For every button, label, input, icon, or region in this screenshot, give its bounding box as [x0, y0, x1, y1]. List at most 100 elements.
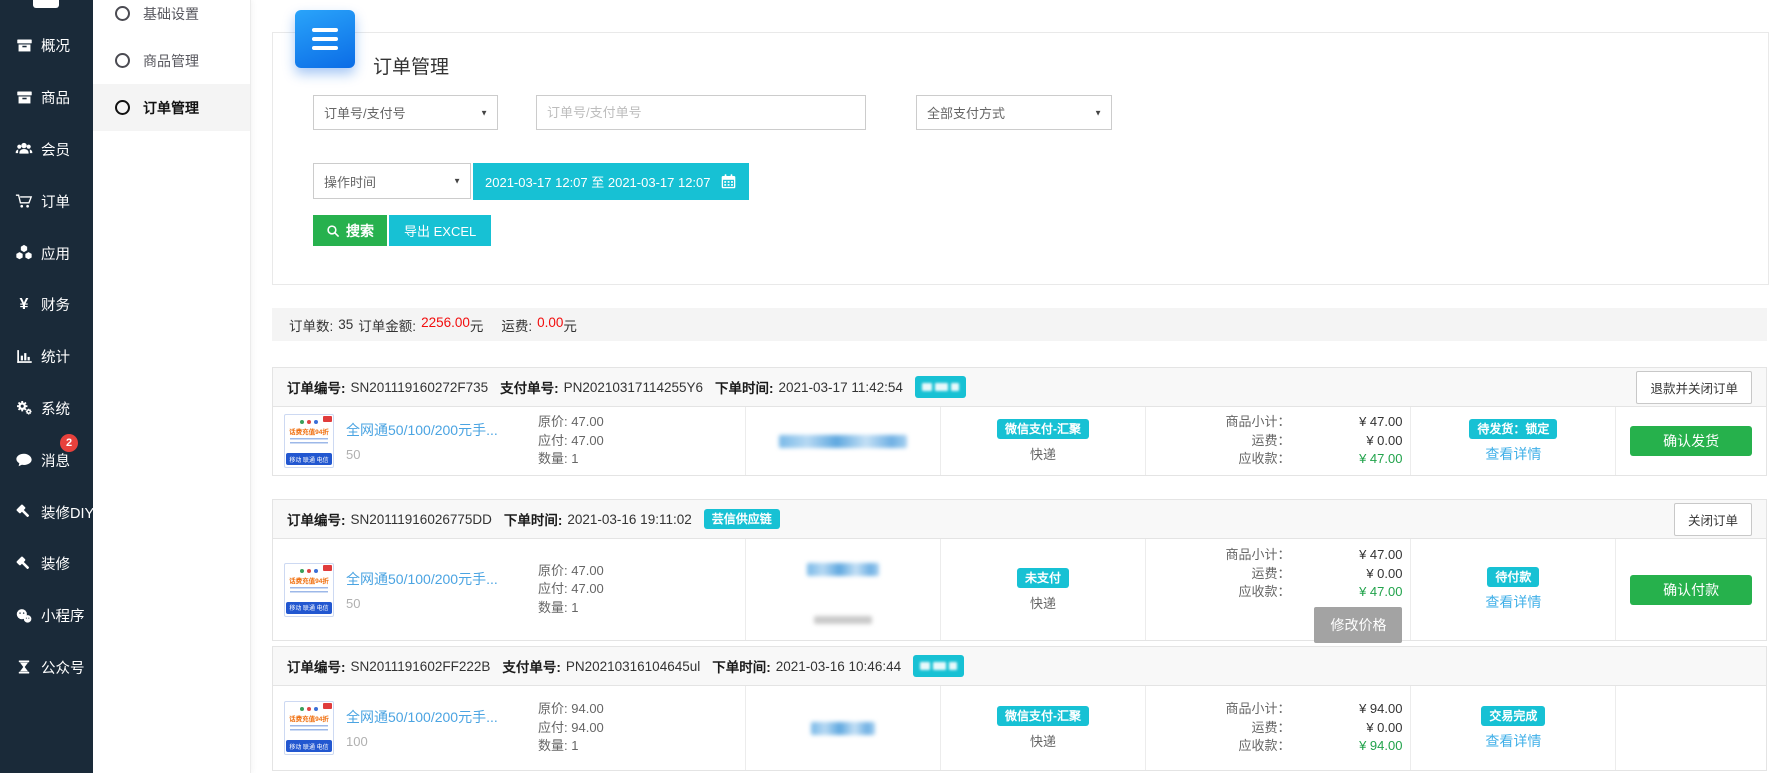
main-content: 订单管理 订单号/支付号 ▼ 全部支付方式 ▼ 操作时间 ▼ 2021-03-1…: [250, 0, 1781, 773]
sidebar-item-messages[interactable]: 消息 2: [0, 434, 93, 486]
view-detail-link[interactable]: 查看详情: [1485, 731, 1541, 751]
status-cell: 待付款 查看详情: [1410, 539, 1615, 640]
pay-method-value: 全部支付方式: [927, 103, 1005, 122]
sidebar-item-label: 装修: [41, 553, 70, 574]
cut-off-menu-icon: [33, 0, 59, 8]
product-spec: 100: [346, 734, 538, 749]
price-info: 原价: 47.00 应付: 47.00 数量: 1: [538, 562, 604, 618]
order-status-badge: 待付款: [1487, 567, 1539, 587]
delivery-type: 快递: [1030, 731, 1056, 750]
thumb-text: 话费充值94折: [289, 713, 329, 723]
sidebar-item-miniprogram[interactable]: 小程序: [0, 590, 93, 642]
product-name-link[interactable]: 全网通50/100/200元手...: [346, 707, 538, 727]
hourglass-icon: [13, 659, 35, 675]
pay-method-select[interactable]: 全部支付方式 ▼: [916, 95, 1112, 130]
order-row: 话费充值94折 移动 联通 电信 全网通50/100/200元手... 50 原…: [273, 539, 1766, 640]
order-card: 订单编号: SN201119160272F735 支付单号: PN2021031…: [272, 367, 1767, 476]
close-order-button[interactable]: 关闭订单: [1674, 503, 1752, 536]
primary-nav: 概况 商品 会员 订单 应用 ¥ 财务: [0, 0, 93, 693]
view-detail-link[interactable]: 查看详情: [1485, 592, 1541, 612]
buyer-cell: [745, 539, 940, 640]
wechat-icon: [13, 607, 35, 625]
submenu-item-label: 基础设置: [143, 4, 199, 24]
order-status-badge: 交易完成: [1481, 706, 1545, 726]
sidebar-item-label: 商品: [41, 87, 70, 108]
confirm-ship-button[interactable]: 确认发货: [1630, 426, 1752, 456]
sidebar-item-members[interactable]: 会员: [0, 124, 93, 176]
order-amount-value: 2256.00: [421, 315, 470, 335]
sidebar-item-overview[interactable]: 概况: [0, 20, 93, 72]
circle-icon: [115, 53, 130, 68]
primary-sidebar: 概况 商品 会员 订单 应用 ¥ 财务: [0, 0, 93, 773]
thumb-text: 移动 联通 电信: [286, 602, 331, 614]
action-cell: 确认发货: [1615, 407, 1766, 475]
submenu-item-goods-management[interactable]: 商品管理: [93, 37, 250, 84]
sidebar-item-finance[interactable]: ¥ 财务: [0, 279, 93, 331]
sidebar-item-label: 财务: [41, 294, 70, 315]
orders-count-label: 订单数:: [289, 315, 333, 335]
buyer-cell: [745, 686, 940, 770]
order-no-value: SN20111916026775DD: [351, 512, 492, 527]
sidebar-item-decorate-diy[interactable]: 装修DIY: [0, 486, 93, 538]
amounts-cell: 商品小计：¥ 47.00 运费：¥ 0.00 应收款：¥ 47.00 修改价格: [1145, 539, 1411, 640]
order-no-label: 订单编号:: [287, 377, 346, 397]
sidebar-item-label: 应用: [41, 243, 70, 264]
submenu-item-order-management[interactable]: 订单管理: [93, 84, 250, 131]
export-excel-button[interactable]: 导出 EXCEL: [389, 215, 491, 246]
submenu-item-basic-settings[interactable]: 基础设置: [93, 0, 250, 37]
sidebar-item-system[interactable]: 系统: [0, 383, 93, 435]
order-time-label: 下单时间:: [712, 656, 771, 676]
sidebar-item-orders[interactable]: 订单: [0, 175, 93, 227]
amounts-cell: 商品小计：¥ 94.00 运费：¥ 0.00 应收款：¥ 94.00: [1145, 686, 1411, 770]
product-spec: 50: [346, 596, 538, 611]
modify-price-button[interactable]: 修改价格: [1314, 607, 1402, 643]
pay-no-label: 支付单号:: [500, 377, 559, 397]
sidebar-item-label: 统计: [41, 346, 70, 367]
product-cell: 话费充值94折 移动 联通 电信 全网通50/100/200元手... 50 原…: [273, 407, 745, 475]
payment-method-badge: 微信支付-汇聚: [997, 419, 1089, 439]
product-name-link[interactable]: 全网通50/100/200元手...: [346, 420, 538, 440]
order-amount-label: 订单金额:: [358, 315, 416, 335]
confirm-pay-button[interactable]: 确认付款: [1630, 575, 1752, 605]
keyword-input[interactable]: [536, 95, 866, 130]
refund-close-order-button[interactable]: 退款并关闭订单: [1636, 371, 1752, 404]
sidebar-item-label: 小程序: [41, 605, 85, 626]
collapse-menu-button[interactable]: [295, 10, 355, 68]
sidebar-item-apps[interactable]: 应用: [0, 227, 93, 279]
product-name-link[interactable]: 全网通50/100/200元手...: [346, 569, 538, 589]
amounts-cell: 商品小计：¥ 47.00 运费：¥ 0.00 应收款：¥ 47.00: [1145, 407, 1411, 475]
cubes-icon: [13, 244, 35, 262]
archive-box-icon: [13, 37, 35, 54]
order-no-label: 订单编号:: [287, 509, 346, 529]
search-button-label: 搜索: [346, 221, 374, 241]
sidebar-item-label: 会员: [41, 139, 70, 160]
sidebar-item-stats[interactable]: 统计: [0, 331, 93, 383]
sidebar-item-official-account[interactable]: 公众号: [0, 642, 93, 694]
sidebar-item-decorate[interactable]: 装修: [0, 538, 93, 590]
view-detail-link[interactable]: 查看详情: [1485, 444, 1541, 464]
thumb-text: 移动 联通 电信: [286, 740, 331, 752]
time-type-select[interactable]: 操作时间 ▼: [313, 163, 471, 199]
search-type-select[interactable]: 订单号/支付号 ▼: [313, 95, 498, 130]
gears-icon: [13, 399, 35, 417]
order-status-badge: 待发货：锁定: [1469, 419, 1557, 439]
chevron-down-icon: ▼: [1094, 108, 1102, 117]
date-range-button[interactable]: 2021-03-17 12:07 至 2021-03-17 12:07: [473, 163, 749, 200]
search-type-value: 订单号/支付号: [324, 103, 406, 122]
submenu-item-label: 商品管理: [143, 51, 199, 71]
price-info: 原价: 94.00 应付: 94.00 数量: 1: [538, 700, 604, 756]
thumb-text: 话费充值94折: [289, 426, 329, 436]
circle-icon: [115, 6, 130, 21]
sidebar-item-label: 系统: [41, 398, 70, 419]
orders-count-value: 35: [338, 317, 353, 332]
product-cell: 话费充值94折 移动 联通 电信 全网通50/100/200元手... 100 …: [273, 686, 745, 770]
status-cell: 交易完成 查看详情: [1410, 686, 1615, 770]
action-cell: 确认付款: [1615, 539, 1766, 640]
sidebar-item-goods[interactable]: 商品: [0, 72, 93, 124]
buyer-name-masked: [807, 563, 879, 576]
delivery-type: 快递: [1030, 444, 1056, 463]
search-button[interactable]: 搜索: [313, 215, 387, 246]
action-cell: [1615, 686, 1766, 770]
payment-cell: 微信支付-汇聚 快递: [940, 407, 1145, 475]
buyer-cell: [745, 407, 940, 475]
